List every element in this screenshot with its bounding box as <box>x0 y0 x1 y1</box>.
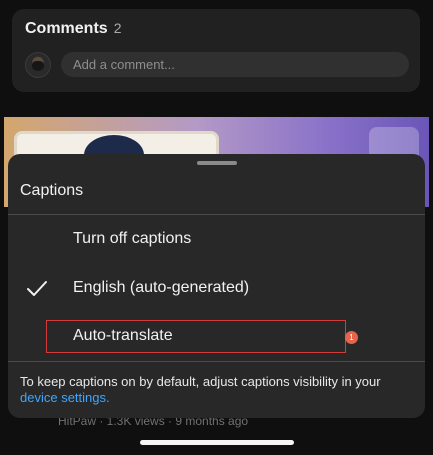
drag-handle[interactable] <box>197 161 237 165</box>
sheet-title: Captions <box>20 182 84 199</box>
option-english-auto-generated[interactable]: English (auto-generated) <box>8 268 425 310</box>
captions-sheet: Captions Turn off captions English (auto… <box>8 154 425 418</box>
comments-title: Comments <box>25 20 108 37</box>
avatar <box>25 52 51 78</box>
highlight-box <box>46 320 346 353</box>
add-comment-input[interactable]: Add a comment... <box>61 52 409 77</box>
divider <box>8 214 425 215</box>
option-turn-off-captions[interactable]: Turn off captions <box>8 219 425 261</box>
annotation-badge: 1 <box>345 331 358 344</box>
checkmark-icon <box>27 281 47 296</box>
divider <box>8 361 425 362</box>
hint-text: To keep captions on by default, adjust c… <box>20 374 381 389</box>
comments-header: Comments 2 <box>25 20 121 38</box>
comments-count: 2 <box>113 20 122 36</box>
option-label: Turn off captions <box>73 230 192 247</box>
screen: Comments 2 Add a comment... HitPaw · 1.3K… <box>0 0 433 455</box>
comments-section[interactable]: Comments 2 Add a comment... <box>12 9 420 92</box>
home-indicator[interactable] <box>140 440 294 445</box>
captions-settings-hint: To keep captions on by default, adjust c… <box>20 374 415 406</box>
device-settings-link[interactable]: device settings. <box>20 390 110 405</box>
option-label: English (auto-generated) <box>73 279 250 296</box>
